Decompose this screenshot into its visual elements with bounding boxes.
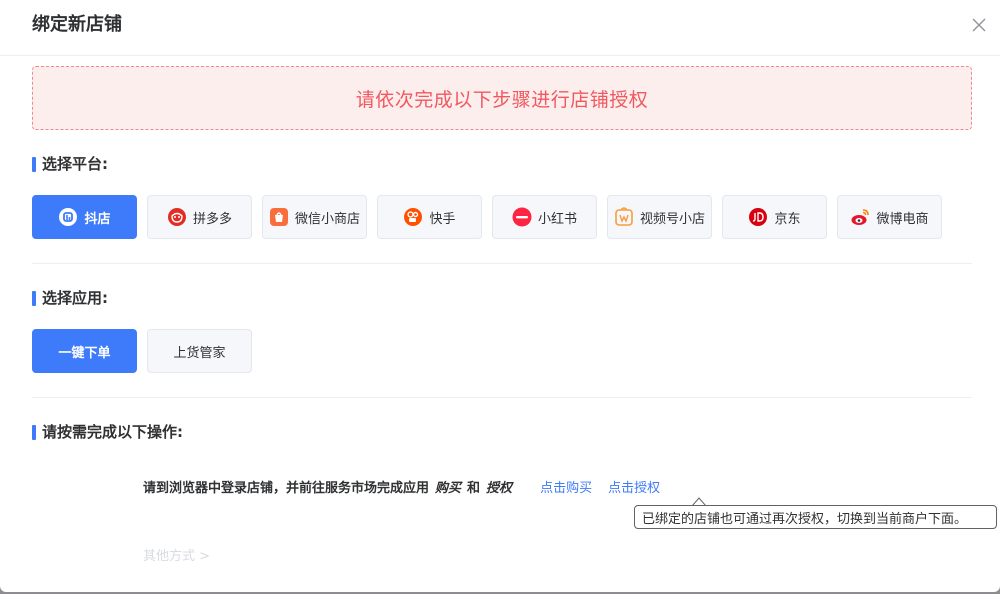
buy-word: 购买 — [435, 481, 462, 496]
jd-icon — [748, 207, 768, 227]
platform-label: 拼多多 — [192, 211, 232, 227]
platform-label: 京东 — [774, 211, 801, 227]
platform-list: 抖店 拼多多 微信小商店 快手 小红书 视频号小店 京东 微博电商 — [32, 195, 952, 239]
dialog-header: 绑定新店铺 — [0, 0, 1000, 56]
platform-label: 小红书 — [537, 211, 577, 227]
platform-label: 微信小商店 — [294, 211, 360, 227]
app-label: 上货管家 — [173, 345, 226, 361]
platform-douyin-button[interactable]: 抖店 — [32, 195, 137, 239]
douyin-shop-icon — [58, 207, 78, 227]
weibo-icon — [850, 207, 870, 227]
xiaohongshu-icon — [512, 207, 532, 227]
platform-label: 微博电商 — [876, 211, 929, 227]
auth-tooltip: 已绑定的店铺也可通过再次授权，切换到当前商户下面。 — [634, 505, 997, 529]
app-label: 一键下单 — [58, 345, 111, 361]
instruction-line: 请到浏览器中登录店铺，并前往服务市场完成应用 购买 和 授权 点击购买 点击授权 — [143, 480, 660, 498]
bind-shop-dialog: 绑定新店铺 请依次完成以下步骤进行店铺授权 选择平台: 抖店 拼多多 微信小商店… — [0, 0, 1000, 592]
platform-kuaishou-button[interactable]: 快手 — [377, 195, 482, 239]
divider — [32, 397, 972, 398]
divider — [32, 263, 972, 264]
tooltip-text: 已绑定的店铺也可通过再次授权，切换到当前商户下面。 — [642, 511, 968, 527]
app-one-click-order-button[interactable]: 一键下单 — [32, 329, 137, 373]
channels-shop-icon — [614, 207, 634, 227]
platform-weibo-button[interactable]: 微博电商 — [837, 195, 942, 239]
instruction-text: 请到浏览器中登录店铺，并前往服务市场完成应用 — [143, 481, 430, 496]
platform-channels-shop-button[interactable]: 视频号小店 — [607, 195, 712, 239]
alert-banner: 请依次完成以下步骤进行店铺授权 — [32, 66, 972, 130]
app-list: 一键下单 上货管家 — [32, 329, 262, 373]
platform-wechat-shop-button[interactable]: 微信小商店 — [262, 195, 367, 239]
platform-label: 快手 — [429, 211, 456, 227]
close-button[interactable] — [968, 14, 990, 36]
dialog-title: 绑定新店铺 — [32, 14, 122, 35]
app-section-title: 选择应用: — [32, 288, 108, 308]
other-way-link[interactable]: 其他方式 > — [143, 545, 210, 564]
platform-section-title: 选择平台: — [32, 154, 108, 174]
alert-text: 请依次完成以下步骤进行店铺授权 — [355, 88, 649, 111]
platform-pinduoduo-button[interactable]: 拼多多 — [147, 195, 252, 239]
pinduoduo-icon — [167, 207, 187, 227]
platform-label: 视频号小店 — [639, 211, 705, 227]
buy-link[interactable]: 点击购买 — [540, 480, 592, 498]
auth-word: 授权 — [486, 481, 513, 496]
close-icon — [972, 18, 986, 32]
kuaishou-icon — [403, 207, 423, 227]
platform-label: 抖店 — [84, 211, 111, 227]
ops-section-title: 请按需完成以下操作: — [32, 422, 183, 442]
app-listing-manager-button[interactable]: 上货管家 — [147, 329, 252, 373]
platform-xiaohongshu-button[interactable]: 小红书 — [492, 195, 597, 239]
platform-jd-button[interactable]: 京东 — [722, 195, 827, 239]
wechat-shop-icon — [269, 207, 289, 227]
and-word: 和 — [467, 481, 481, 496]
auth-link[interactable]: 点击授权 — [608, 480, 660, 498]
